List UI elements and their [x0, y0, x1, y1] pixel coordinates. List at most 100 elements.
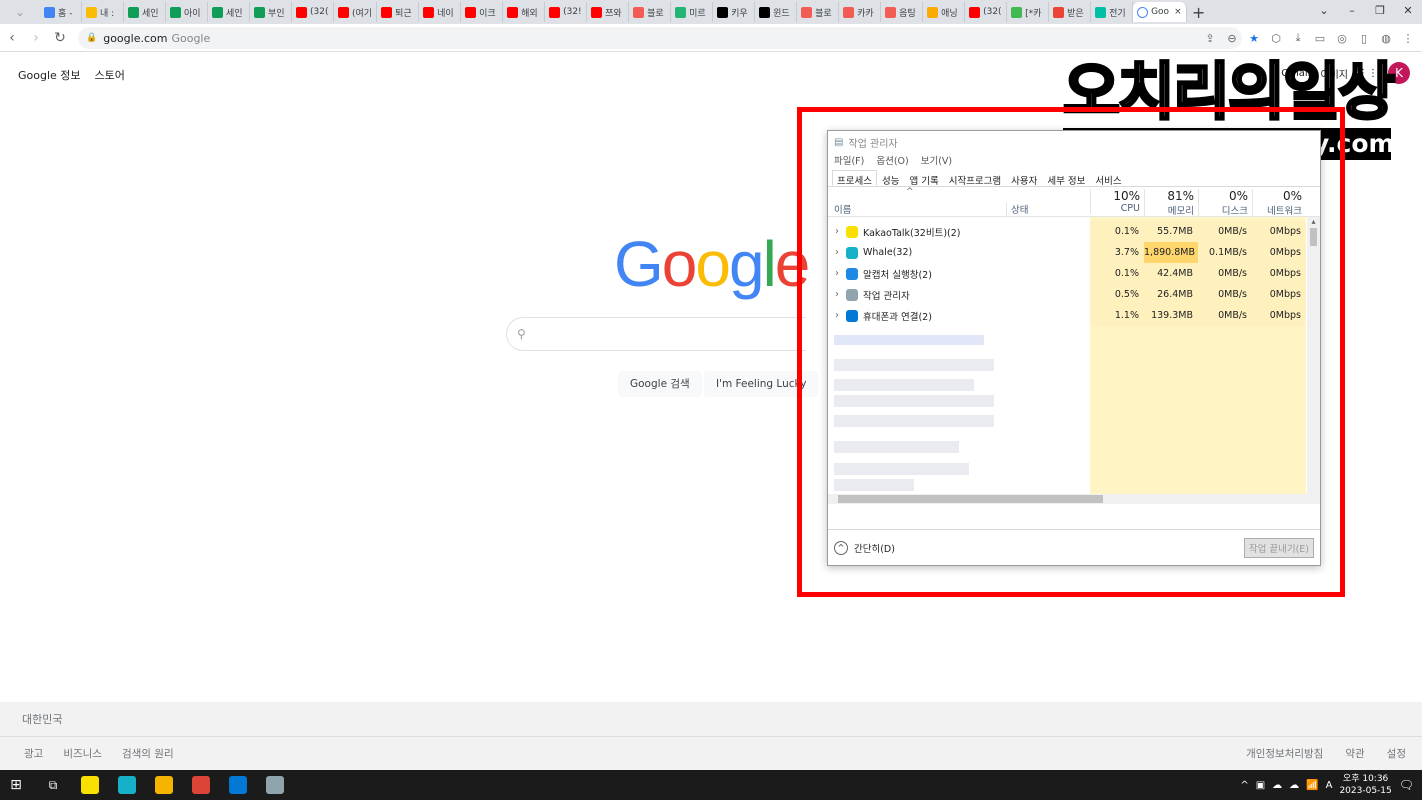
col-cpu[interactable]: 10% CPU	[1090, 189, 1144, 214]
privacy-link[interactable]: 개인정보처리방침	[1246, 746, 1323, 761]
taskbar-app-icon[interactable]	[259, 770, 291, 800]
browser-tab[interactable]: 미르	[671, 2, 714, 22]
browser-tab[interactable]: 윈드	[755, 2, 798, 22]
tab-search-icon[interactable]: ⌄	[0, 5, 40, 19]
hscroll-thumb[interactable]	[838, 495, 1103, 503]
download-icon[interactable]: ⤓	[1290, 31, 1306, 45]
process-row[interactable]: › Whale(32) 3.7% 1,890.8MB 0.1MB/s 0Mbps	[828, 242, 1306, 263]
browser-tab[interactable]: 홈 -	[40, 2, 82, 22]
sidebar-icon[interactable]: ▯	[1356, 32, 1372, 45]
taskbar-app-icon[interactable]	[148, 770, 180, 800]
expand-chevron-icon[interactable]: ›	[828, 289, 846, 300]
browser-tab[interactable]: 부인	[250, 2, 292, 22]
expand-chevron-icon[interactable]: ›	[828, 226, 846, 237]
browser-tab[interactable]: 전기	[1091, 2, 1134, 22]
browser-tab[interactable]: 이크	[461, 2, 504, 22]
vertical-scrollbar[interactable]: ▴	[1307, 217, 1320, 504]
menu-file[interactable]: 파일(F)	[834, 153, 864, 169]
col-network[interactable]: 0% 네트워크	[1252, 189, 1306, 217]
tab-startup[interactable]: 시작프로그램	[944, 170, 1006, 187]
close-button[interactable]: ✕	[1394, 0, 1422, 24]
google-search-button[interactable]: Google 검색	[618, 371, 702, 397]
about-google-link[interactable]: Google 정보	[18, 67, 81, 83]
fewer-details-icon[interactable]: ^	[834, 540, 848, 555]
restore-button[interactable]: ❐	[1366, 0, 1394, 24]
col-disk[interactable]: 0% 디스크	[1198, 189, 1252, 217]
browser-tab[interactable]: 세인	[208, 2, 250, 22]
menu-icon[interactable]: ⋮	[1400, 32, 1416, 45]
menu-view[interactable]: 보기(V)	[921, 153, 952, 169]
browser-tab[interactable]: 아이	[166, 2, 208, 22]
browser-tab[interactable]: 받은	[1049, 2, 1092, 22]
browser-tab-active[interactable]: Goo ×	[1133, 2, 1187, 22]
settings-link[interactable]: 설정	[1387, 746, 1406, 761]
tab-list-button[interactable]: ⌄	[1310, 0, 1338, 24]
browser-tab[interactable]: (32(	[292, 2, 334, 22]
process-row[interactable]: › 알캡처 실행창(2) 0.1% 42.4MB 0MB/s 0Mbps	[828, 263, 1306, 284]
process-row[interactable]: › KakaoTalk(32비트)(2) 0.1% 55.7MB 0MB/s 0Mbps	[828, 221, 1306, 242]
tab-services[interactable]: 서비스	[1090, 170, 1126, 187]
expand-chevron-icon[interactable]: ›	[828, 310, 846, 321]
notification-icon[interactable]: 🗨 7	[1399, 778, 1414, 792]
back-icon[interactable]: ‹	[0, 30, 24, 46]
browser-tab[interactable]: (32!	[545, 2, 588, 22]
tray-icon[interactable]: ☁	[1272, 780, 1282, 791]
tray-icon[interactable]: A	[1326, 780, 1333, 791]
store-link[interactable]: 스토어	[95, 67, 125, 83]
browser-tab[interactable]: 해외	[503, 2, 546, 22]
browser-tab[interactable]: 카카	[839, 2, 882, 22]
screenshot-icon[interactable]: ◎	[1334, 32, 1350, 45]
browser-tab[interactable]: 쯔와	[587, 2, 630, 22]
bookmark-star-icon[interactable]: ★	[1246, 32, 1262, 45]
media-icon[interactable]: ▭	[1312, 32, 1328, 45]
zoom-icon[interactable]: ⊖	[1224, 32, 1240, 45]
ads-link[interactable]: 광고	[24, 746, 43, 761]
tray-icon[interactable]: ▣	[1256, 780, 1265, 791]
address-bar[interactable]: 🔒 google.com Google	[78, 27, 1242, 49]
start-button[interactable]: ⊞	[0, 770, 32, 800]
clock[interactable]: 오후 10:36 2023-05-15	[1339, 773, 1391, 797]
scroll-thumb[interactable]	[1310, 228, 1317, 246]
tray-icon[interactable]: ^	[1240, 780, 1248, 791]
browser-tab[interactable]: 네이	[419, 2, 462, 22]
tray-icon[interactable]: ☁	[1289, 780, 1299, 791]
how-search-works-link[interactable]: 검색의 원리	[122, 746, 174, 761]
forward-icon[interactable]: ›	[24, 30, 48, 46]
browser-tab[interactable]: 음팅	[881, 2, 924, 22]
col-name[interactable]: 이름	[834, 202, 851, 216]
profile-icon[interactable]: ◍	[1378, 32, 1394, 45]
extension-icon[interactable]: ⬡	[1268, 32, 1284, 45]
share-icon[interactable]: ⇪	[1202, 32, 1218, 45]
browser-tab[interactable]: 블로	[797, 2, 840, 22]
end-task-button[interactable]: 작업 끝내기(E)	[1243, 537, 1314, 558]
scroll-up-icon[interactable]: ▴	[1307, 217, 1320, 226]
browser-tab[interactable]: 블로	[629, 2, 672, 22]
taskbar-app-icon[interactable]	[222, 770, 254, 800]
tab-performance[interactable]: 성능	[877, 170, 904, 187]
reload-icon[interactable]: ↻	[48, 30, 72, 46]
expand-chevron-icon[interactable]: ›	[828, 247, 846, 258]
browser-tab[interactable]: (여기	[334, 2, 378, 22]
browser-tab[interactable]: 내 :	[82, 2, 124, 22]
browser-tab[interactable]: 퇴근	[377, 2, 420, 22]
minimize-button[interactable]: –	[1338, 0, 1366, 24]
browser-tab[interactable]: (32(	[965, 2, 1008, 22]
browser-tab[interactable]: 애닝	[923, 2, 966, 22]
process-row[interactable]: › 휴대폰과 연결(2) 1.1% 139.3MB 0MB/s 0Mbps	[828, 305, 1306, 326]
process-row[interactable]: › 작업 관리자 0.5% 26.4MB 0MB/s 0Mbps	[828, 284, 1306, 305]
col-memory[interactable]: 81% 메모리	[1144, 189, 1198, 217]
taskbar-app-icon[interactable]	[74, 770, 106, 800]
expand-chevron-icon[interactable]: ›	[828, 268, 846, 279]
task-view-button[interactable]: ⧉	[37, 770, 69, 800]
tab-users[interactable]: 사용자	[1006, 170, 1042, 187]
menu-options[interactable]: 옵션(O)	[876, 153, 908, 169]
new-tab-button[interactable]: +	[1187, 3, 1211, 22]
browser-tab[interactable]: 세인	[124, 2, 166, 22]
search-box[interactable]: ⚲	[506, 317, 806, 351]
taskbar-app-icon[interactable]	[111, 770, 143, 800]
taskbar-app-icon[interactable]	[185, 770, 217, 800]
tab-close-icon[interactable]: ×	[1174, 7, 1182, 17]
business-link[interactable]: 비즈니스	[63, 746, 102, 761]
tab-processes[interactable]: 프로세스	[832, 170, 877, 187]
browser-tab[interactable]: [*카	[1007, 2, 1050, 22]
